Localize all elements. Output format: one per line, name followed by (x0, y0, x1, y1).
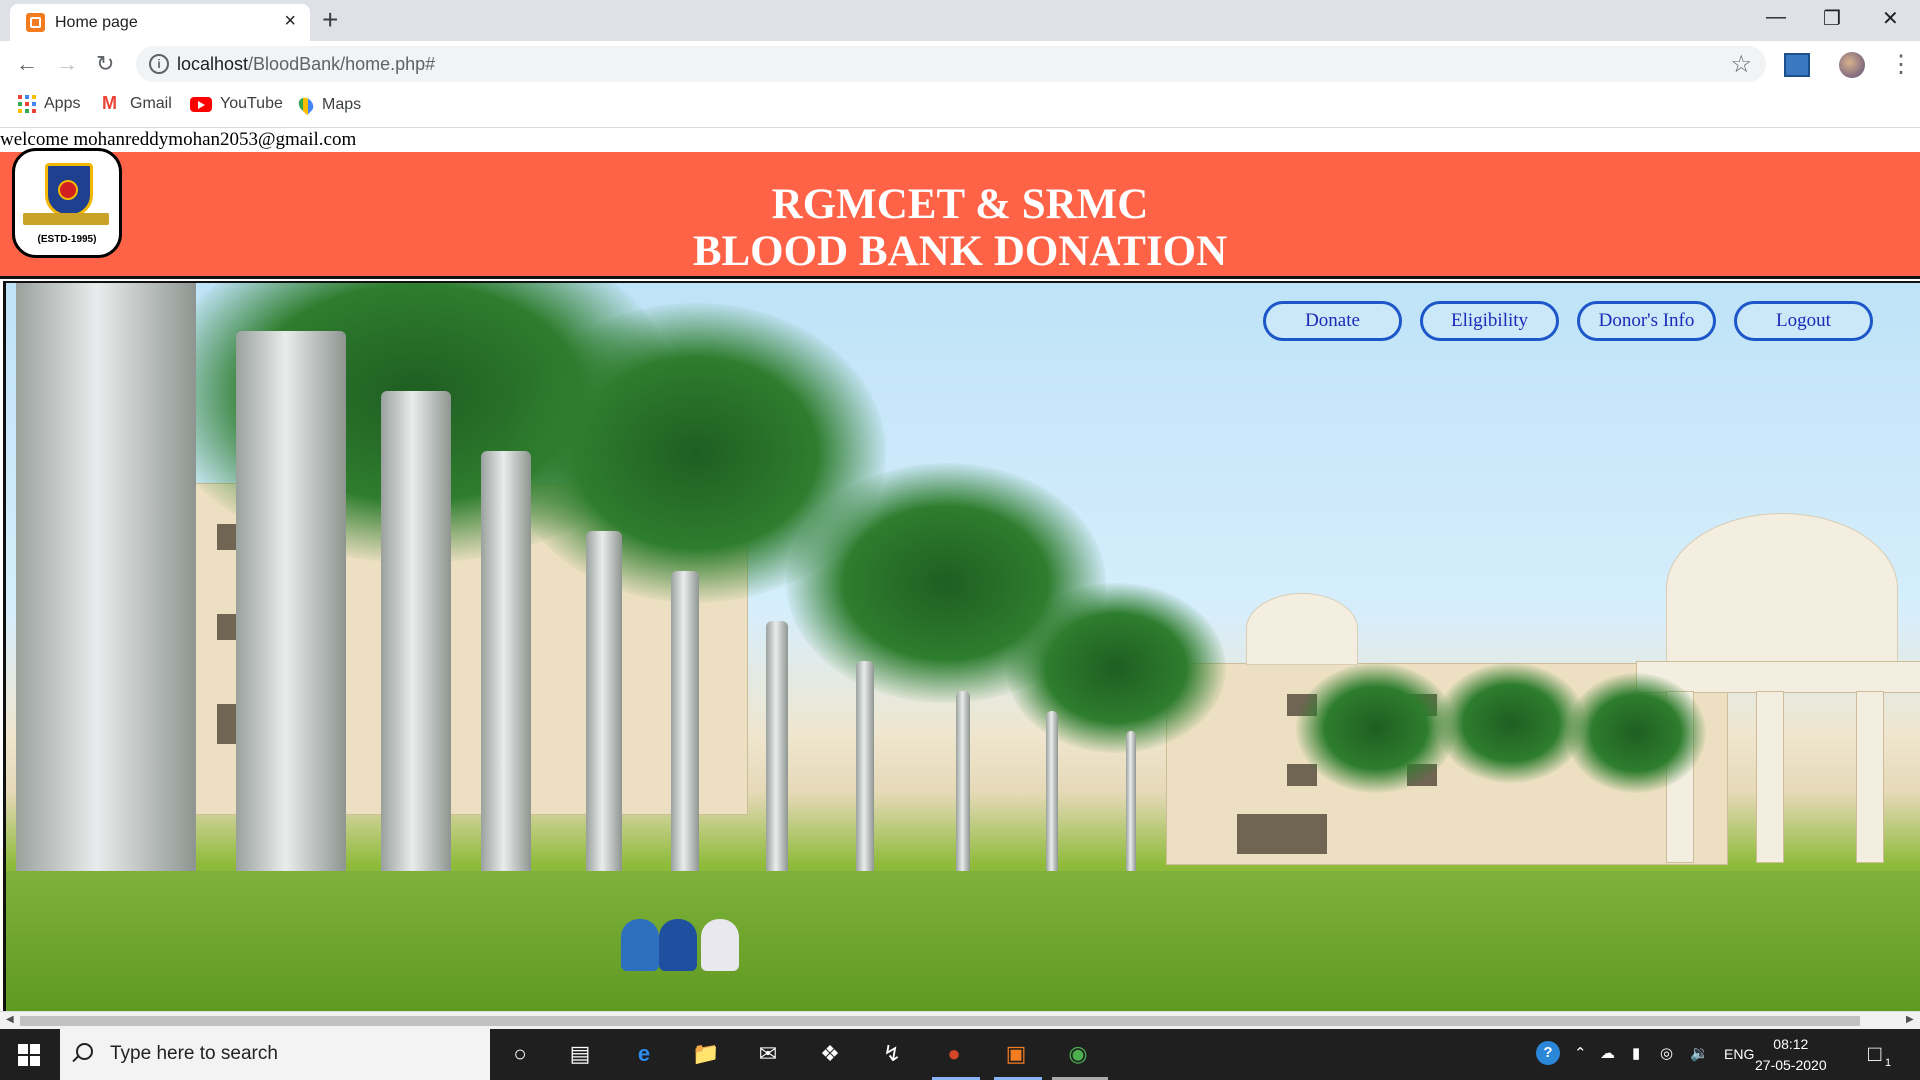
taskbar-search[interactable]: Type here to search (60, 1029, 490, 1080)
bookmark-youtube[interactable]: YouTube (190, 95, 283, 113)
address-bar[interactable]: i localhost/BloodBank/home.php# ☆ (136, 46, 1766, 82)
url-text: localhost/BloodBank/home.php# (177, 54, 435, 75)
browser-tab-home[interactable]: Home page × (10, 4, 310, 41)
back-arrow-icon[interactable]: ← (16, 51, 38, 77)
url-path: /BloodBank/home.php# (248, 54, 436, 74)
palm-trunk (16, 283, 196, 891)
close-window-button[interactable]: ✕ (1882, 6, 1899, 31)
palm-trunk (1046, 711, 1058, 891)
tab-title: Home page (55, 14, 138, 31)
bookmarks-bar: Apps Gmail YouTube Maps (0, 87, 1920, 128)
lawn (6, 871, 1920, 1011)
apps-grid-icon (18, 95, 36, 113)
taskbar-search-placeholder: Type here to search (110, 1043, 278, 1064)
pavilion-pillar (1756, 691, 1784, 863)
palm-trunk (766, 621, 788, 891)
scroll-left-arrow-icon[interactable]: ◀ (6, 1014, 14, 1025)
chevron-up-icon[interactable]: ⌃ (1574, 1044, 1587, 1062)
chrome-icon[interactable]: ◉ (1064, 1041, 1092, 1067)
new-tab-button[interactable]: + (322, 4, 338, 36)
browser-toolbar: ← → ↻ i localhost/BloodBank/home.php# ☆ … (0, 41, 1920, 87)
pavilion-dome (1666, 513, 1898, 665)
palm-trunk (956, 691, 970, 891)
palm-trunk (1126, 731, 1136, 891)
windows-taskbar: Type here to search ○ ▤ e 📁 ✉ ❖ ↯ ● ▣ ◉ … (0, 1029, 1920, 1080)
maps-icon (295, 94, 317, 116)
scroll-right-arrow-icon[interactable]: ▶ (1906, 1014, 1914, 1025)
bookmark-label: Apps (44, 95, 81, 112)
profile-avatar[interactable] (1839, 52, 1865, 78)
cortana-icon[interactable]: ○ (506, 1041, 534, 1067)
site-info-icon[interactable]: i (149, 54, 169, 74)
url-host: localhost (177, 54, 249, 74)
bookmark-label: YouTube (220, 95, 283, 112)
bookmark-gmail[interactable]: Gmail (102, 93, 172, 114)
students-sitting (621, 901, 751, 971)
gmail-icon (102, 93, 122, 114)
tab-strip: Home page × + — ❐ ✕ (0, 0, 1920, 41)
palm-frond (1006, 583, 1226, 753)
search-icon (76, 1043, 93, 1060)
tab-close-icon[interactable]: × (284, 10, 296, 33)
header-title-line1: RGMCET & SRMC (771, 181, 1149, 228)
palm-trunk (856, 661, 874, 891)
pavilion-pillar (1856, 691, 1884, 863)
help-icon[interactable]: ? (1536, 1041, 1560, 1065)
nav-donate-button[interactable]: Donate (1263, 301, 1402, 341)
mail-icon[interactable]: ✉ (754, 1041, 782, 1067)
palm-trunk (481, 451, 531, 891)
main-nav: Donate Eligibility Donor's Info Logout (1263, 301, 1873, 341)
powerpoint-icon[interactable]: ● (940, 1041, 968, 1067)
clock-date: 27-05-2020 (1755, 1057, 1827, 1073)
clock[interactable]: 08:12 27-05-2020 (1755, 1034, 1827, 1076)
campus-hero-image: Donate Eligibility Donor's Info Logout (3, 281, 1920, 1011)
bookmark-label: Maps (322, 96, 362, 113)
edge-icon[interactable]: e (630, 1041, 658, 1067)
palm-trunk (671, 571, 699, 891)
onedrive-icon[interactable]: ☁ (1600, 1044, 1615, 1062)
battery-icon[interactable]: ▮ (1632, 1044, 1640, 1062)
xampp-icon[interactable]: ▣ (1002, 1041, 1030, 1067)
sublime-icon[interactable]: ↯ (878, 1041, 906, 1067)
header-title-line2: BLOOD BANK DONATION (692, 228, 1228, 275)
palm-trunk (586, 531, 622, 891)
site-header: (ESTD-1995) RGMCET & SRMC BLOOD BANK DON… (0, 148, 1920, 279)
clock-time: 08:12 (1773, 1036, 1809, 1052)
page-viewport: welcome mohanreddymohan2053@gmail.com (E… (0, 128, 1920, 1011)
youtube-icon (190, 96, 212, 112)
file-explorer-icon[interactable]: 📁 (692, 1041, 720, 1067)
bookmark-star-icon[interactable]: ☆ (1730, 50, 1752, 79)
menu-kebab-icon[interactable]: ⋮ (1889, 50, 1913, 79)
windows-start-icon[interactable] (18, 1044, 40, 1066)
task-view-icon[interactable]: ▤ (566, 1041, 594, 1067)
volume-icon[interactable]: 🔉 (1690, 1044, 1709, 1062)
palm-frond (1436, 663, 1586, 783)
extension-icon[interactable] (1784, 53, 1810, 77)
language-indicator[interactable]: ENG (1724, 1046, 1754, 1062)
bookmark-label: Gmail (130, 95, 172, 112)
bookmark-apps[interactable]: Apps (18, 95, 80, 113)
dropbox-icon[interactable]: ❖ (816, 1041, 844, 1067)
notification-center-icon[interactable]: □ (1868, 1041, 1881, 1067)
minimize-button[interactable]: — (1766, 6, 1786, 29)
nav-donors-info-button[interactable]: Donor's Info (1577, 301, 1716, 341)
nav-eligibility-button[interactable]: Eligibility (1420, 301, 1559, 341)
bookmark-maps[interactable]: Maps (295, 94, 362, 116)
reload-icon[interactable]: ↻ (96, 51, 114, 77)
xampp-favicon-icon (26, 13, 45, 32)
palm-frond (1296, 663, 1456, 793)
library-dome (1246, 593, 1358, 665)
nav-logout-button[interactable]: Logout (1734, 301, 1873, 341)
notification-count: 1 (1885, 1057, 1892, 1069)
forward-arrow-icon[interactable]: → (56, 51, 78, 77)
palm-trunk (381, 391, 451, 891)
horizontal-scrollbar[interactable]: ◀ ▶ (0, 1011, 1920, 1030)
scrollbar-thumb[interactable] (20, 1016, 1860, 1026)
maximize-button[interactable]: ❐ (1823, 6, 1841, 31)
palm-trunk (236, 331, 346, 891)
network-globe-icon[interactable]: ◎ (1660, 1044, 1673, 1062)
palm-frond (1566, 673, 1706, 793)
